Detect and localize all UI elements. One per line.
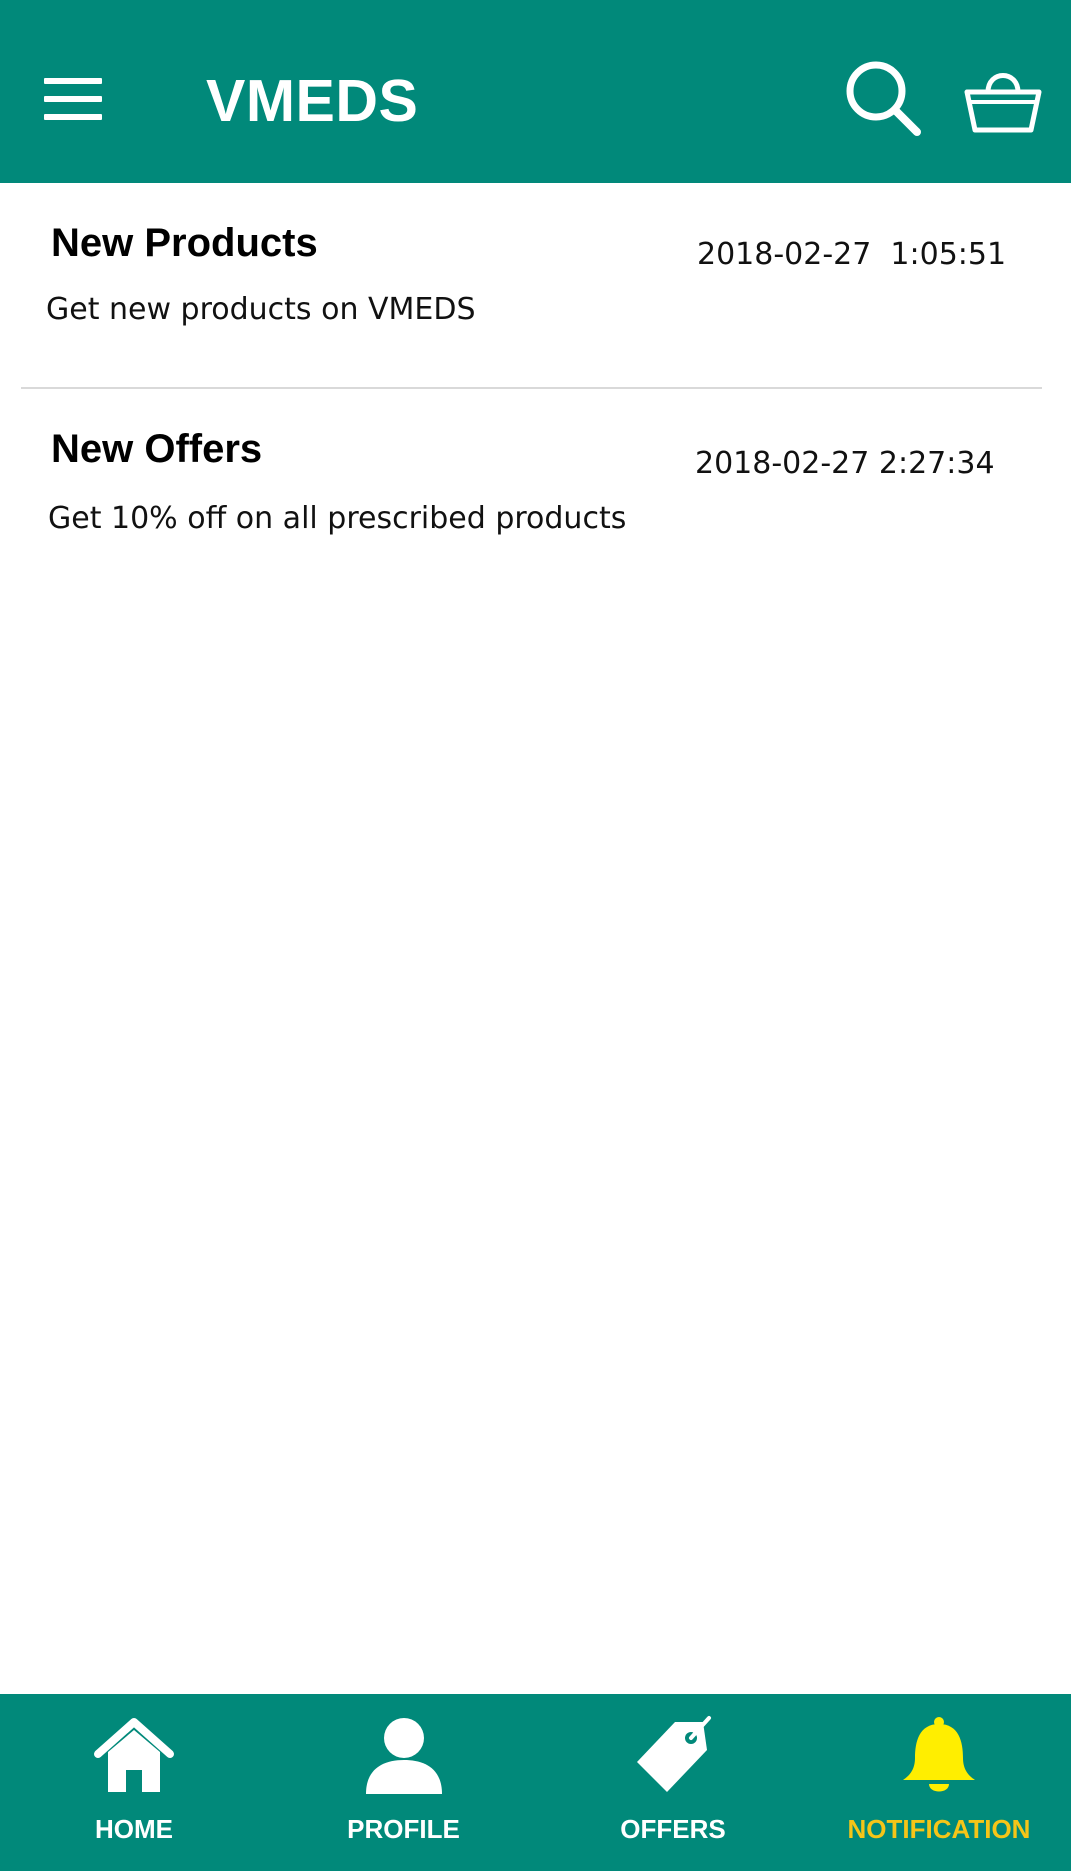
nav-label-notification: NOTIFICATION [847,1814,1031,1844]
shopping-basket-icon[interactable] [964,64,1042,134]
nav-label-home: HOME [95,1814,173,1844]
nav-item-home[interactable]: HOME [0,1694,268,1871]
search-icon[interactable] [843,58,923,138]
bottom-navigation: HOME PROFILE OFFERS NOTIFICATION [0,1694,1071,1871]
nav-label-offers: OFFERS [620,1814,726,1844]
tag-icon [637,1716,711,1792]
home-icon [94,1718,174,1792]
nav-item-profile[interactable]: PROFILE [268,1694,539,1871]
notification-timestamp: 2018-02-27 1:05:51 [697,237,1007,272]
app-title: VMEDS [206,68,419,134]
notification-body: Get new products on VMEDS [46,292,476,327]
notification-item[interactable]: New Offers 2018-02-27 2:27:34 Get 10% of… [0,388,1071,598]
nav-item-offers[interactable]: OFFERS [539,1694,807,1871]
user-icon [365,1718,442,1794]
notification-body: Get 10% off on all prescribed products [48,501,627,536]
bell-icon [903,1717,975,1792]
app-bar: VMEDS [0,0,1071,183]
nav-item-notification[interactable]: NOTIFICATION [807,1694,1071,1871]
notification-title: New Offers [51,427,263,471]
notification-item[interactable]: New Products 2018-02-27 1:05:51 Get new … [0,183,1071,389]
notification-title: New Products [51,221,318,265]
notification-list: New Products 2018-02-27 1:05:51 Get new … [0,183,1071,598]
hamburger-menu-icon[interactable] [44,78,104,122]
notification-timestamp: 2018-02-27 2:27:34 [695,446,995,481]
nav-label-profile: PROFILE [347,1814,460,1844]
